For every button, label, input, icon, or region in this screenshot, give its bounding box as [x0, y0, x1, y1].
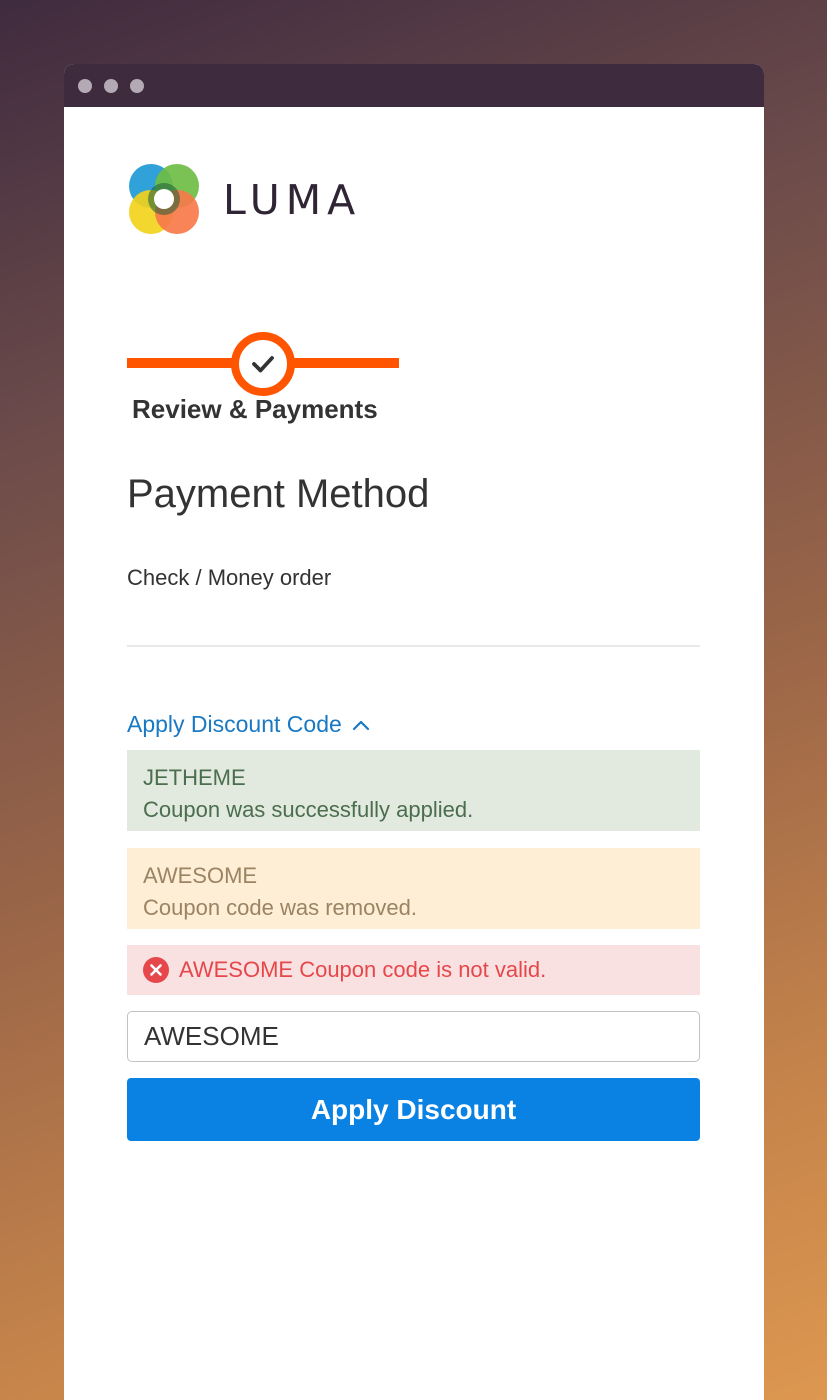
- window-dot-icon: [130, 79, 144, 93]
- success-message-text: Coupon was successfully applied.: [143, 797, 474, 822]
- warning-message: AWESOME Coupon code was removed.: [127, 848, 700, 929]
- warning-message-code: AWESOME: [143, 863, 258, 888]
- success-message-code: JETHEME: [143, 765, 246, 790]
- chevron-up-icon: [352, 720, 369, 730]
- window-dot-icon: [104, 79, 118, 93]
- page-title: Payment Method: [127, 472, 430, 516]
- warning-message-text: Coupon code was removed.: [143, 895, 417, 920]
- apply-discount-toggle-label: Apply Discount Code: [127, 711, 342, 737]
- brand-name: LUMA: [223, 176, 362, 224]
- success-message: JETHEME Coupon was successfully applied.: [127, 750, 700, 831]
- window-titlebar: [64, 64, 764, 107]
- window-dot-icon: [78, 79, 92, 93]
- progress-step-label: Review & Payments: [132, 394, 378, 424]
- error-message: AWESOME Coupon code is not valid.: [127, 945, 700, 995]
- apply-discount-toggle[interactable]: Apply Discount Code: [127, 711, 370, 738]
- luma-logo-icon: [129, 164, 199, 234]
- checkmark-icon: [252, 356, 274, 373]
- error-circle-icon: [143, 957, 169, 983]
- apply-discount-button[interactable]: Apply Discount: [127, 1078, 700, 1141]
- error-message-text: AWESOME Coupon code is not valid.: [179, 957, 547, 982]
- luma-logo[interactable]: LUMA: [127, 162, 387, 234]
- progress-step-indicator: [231, 332, 295, 396]
- discount-code-input[interactable]: [127, 1011, 700, 1062]
- checkout-progress-bar: [127, 322, 399, 396]
- payment-option-label: Check / Money order: [127, 565, 332, 590]
- divider: [127, 645, 700, 647]
- browser-window: LUMA Review & Payments Payment Method Ch…: [64, 64, 764, 1400]
